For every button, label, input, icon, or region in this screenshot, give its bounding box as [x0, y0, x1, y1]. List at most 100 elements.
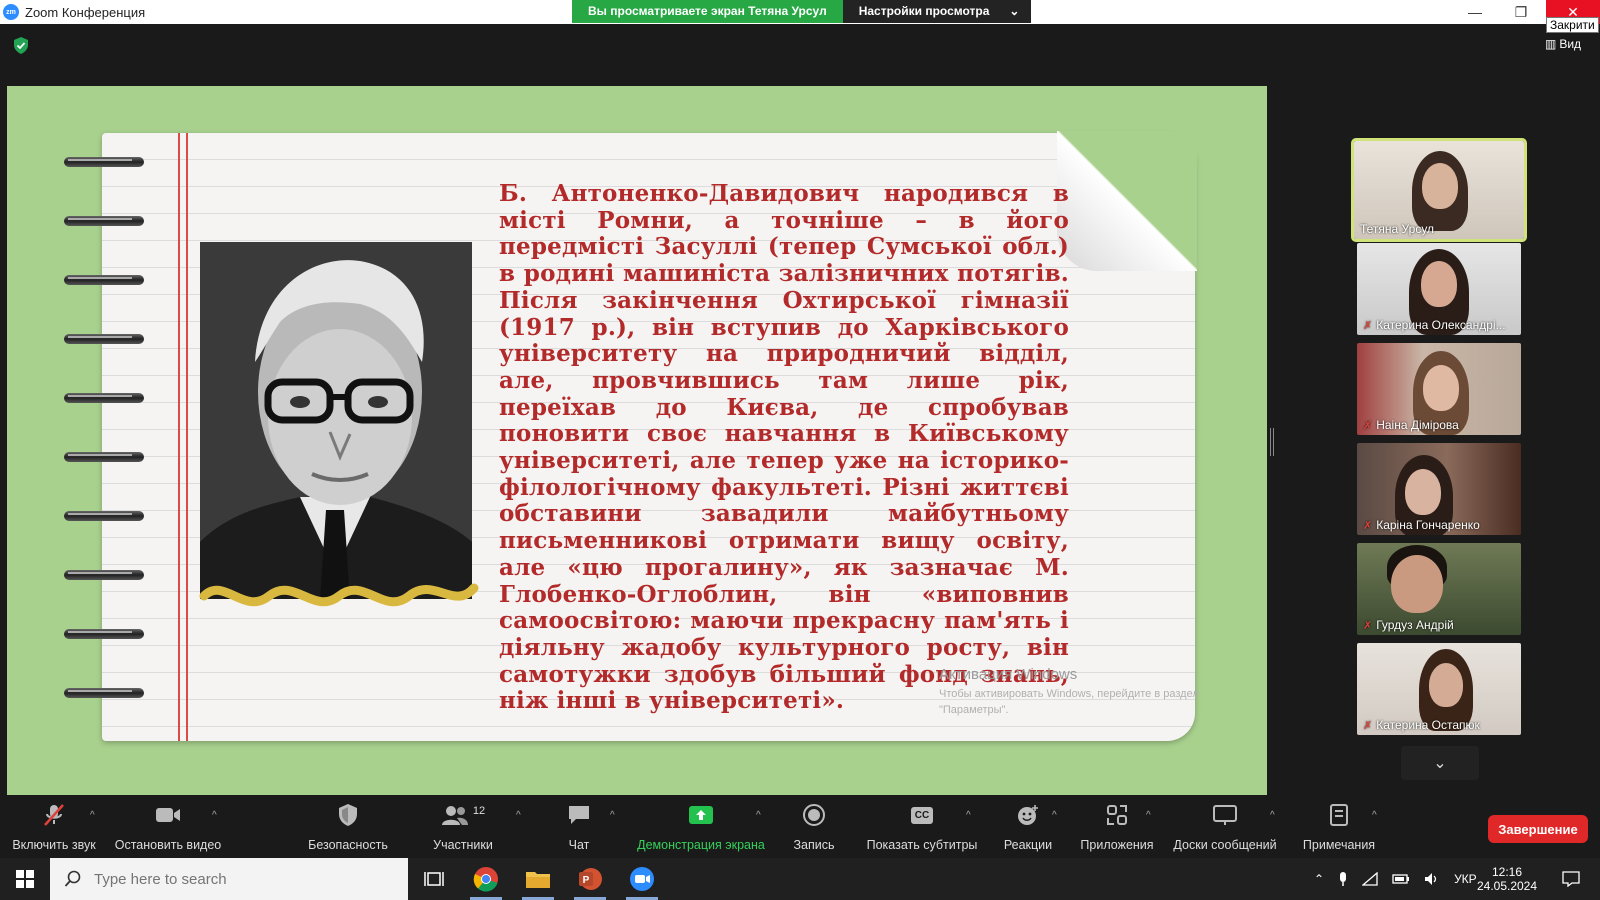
chrome-icon	[473, 867, 498, 892]
share-screen-label: Демонстрация экрана	[637, 838, 765, 852]
stop-video-label: Остановить видео	[114, 838, 222, 852]
participants-button[interactable]: 12 Участники	[418, 800, 508, 858]
participant-name: Катерина Олександрі...	[1376, 318, 1506, 332]
chevron-up-icon[interactable]: ^	[966, 810, 971, 821]
clock-time: 12:16	[1491, 865, 1523, 879]
view-label: Вид	[1559, 37, 1582, 51]
mic-muted-icon: ✗	[1363, 519, 1373, 532]
mic-muted-icon: ✗	[1363, 719, 1373, 732]
splitter-handle[interactable]	[1270, 428, 1274, 456]
video-camera-icon	[156, 808, 180, 822]
chevron-up-icon[interactable]: ^	[1146, 810, 1151, 821]
chevron-up-icon[interactable]: ^	[610, 810, 615, 821]
folder-icon	[526, 872, 550, 888]
portrait-illustration	[200, 242, 472, 599]
participant-name: Тетяна Урсул	[1360, 222, 1435, 236]
mic-muted-icon: ✗	[1363, 419, 1373, 432]
clock-date: 24.05.2024	[1476, 879, 1538, 893]
search-icon	[64, 870, 81, 887]
mic-muted-icon: ✗	[1363, 319, 1373, 332]
participant-tile[interactable]: ✗ Каріна Гончаренко	[1357, 443, 1521, 535]
participants-count: 12	[472, 805, 486, 817]
system-tray: ⌃ УКР	[1314, 858, 1477, 900]
record-button[interactable]: Запись	[782, 800, 846, 858]
participant-tile[interactable]: ✗ Наіна Дімірова	[1357, 343, 1521, 435]
end-meeting-button[interactable]: Завершение	[1488, 815, 1588, 843]
notes-button[interactable]: Примечания	[1296, 800, 1382, 858]
notifications-button[interactable]	[1556, 858, 1586, 900]
closed-captions-icon: CC	[910, 806, 934, 824]
zoom-icon	[630, 867, 654, 891]
chevron-up-icon[interactable]: ^	[1052, 810, 1057, 821]
shield-icon	[339, 804, 357, 826]
chevron-up-icon[interactable]: ^	[90, 810, 95, 821]
chevron-up-icon[interactable]: ^	[756, 810, 761, 821]
unmute-button[interactable]: Включить звук	[6, 800, 102, 858]
security-shield-icon[interactable]	[13, 37, 29, 54]
start-button[interactable]	[0, 858, 50, 900]
chrome-app[interactable]	[462, 858, 510, 900]
chevron-up-icon[interactable]: ^	[1372, 810, 1377, 821]
microphone-icon[interactable]	[1338, 871, 1348, 887]
spiral-ring	[64, 332, 144, 346]
zoom-window: { "window": { "app_logo": "zm", "title":…	[0, 0, 1600, 900]
chevron-up-icon[interactable]: ^	[1270, 810, 1275, 821]
spiral-ring	[64, 273, 144, 287]
spiral-ring	[64, 568, 144, 582]
chevron-down-icon: ⌄	[1433, 755, 1447, 772]
meeting-toolbar: Включить звук ^ Остановить видео ^ Безоп…	[0, 800, 1600, 858]
minimize-button[interactable]: —	[1452, 0, 1498, 24]
taskbar-search[interactable]	[50, 858, 408, 900]
participants-icon	[441, 806, 468, 825]
participant-name: Каріна Гончаренко	[1376, 518, 1480, 532]
reactions-button[interactable]: Реакции	[996, 800, 1060, 858]
reactions-label: Реакции	[1003, 838, 1053, 852]
participant-tile[interactable]: ✗ Гурдуз Андрій	[1357, 543, 1521, 635]
task-view-icon	[424, 872, 444, 886]
volume-icon[interactable]	[1424, 872, 1440, 886]
record-icon	[803, 804, 825, 826]
participant-tile[interactable]: ✗ Катерина Остапюк	[1357, 643, 1521, 735]
chevron-up-icon[interactable]: ^	[212, 810, 217, 821]
task-view-button[interactable]	[410, 858, 458, 900]
chevron-up-icon[interactable]: ^	[516, 810, 521, 821]
file-explorer-app[interactable]	[514, 858, 562, 900]
view-options-button[interactable]: Настройки просмотра ⌄	[842, 0, 1032, 23]
share-banner: Вы просматриваете экран Тетяна Урсул Нас…	[572, 0, 1032, 23]
record-label: Запись	[793, 838, 835, 852]
chevron-up-icon[interactable]: ⌃	[1314, 872, 1324, 886]
security-button[interactable]: Безопасность	[300, 800, 396, 858]
apps-button[interactable]: Приложения	[1076, 800, 1158, 858]
stop-video-button[interactable]: Остановить видео	[112, 800, 224, 858]
restore-icon: ❐	[1514, 3, 1528, 20]
zoom-app[interactable]	[618, 858, 666, 900]
view-options-label: Настройки просмотра	[858, 4, 990, 18]
search-input[interactable]	[94, 870, 394, 888]
whiteboards-button[interactable]: Доски сообщений	[1168, 800, 1282, 858]
view-button[interactable]: ▥ Вид	[1545, 37, 1581, 51]
unmute-label: Включить звук	[12, 838, 96, 852]
participant-name: Наіна Дімірова	[1376, 418, 1459, 432]
viewing-screen-label: Вы просматриваете экран Тетяна Урсул	[572, 0, 843, 23]
windows-activation-subtitle: Чтобы активировать Windows, перейдите в …	[939, 688, 1199, 716]
powerpoint-app[interactable]: P	[566, 858, 614, 900]
whiteboard-icon	[1213, 805, 1237, 825]
maximize-button[interactable]: ❐	[1498, 0, 1544, 24]
window-title: Zoom Конференция	[25, 4, 146, 20]
apps-label: Приложения	[1080, 838, 1154, 852]
shared-screen: Б. Антоненко-Давидович народився в місті…	[7, 86, 1267, 795]
clock[interactable]: 12:16 24.05.2024	[1472, 858, 1542, 900]
margin-line	[178, 133, 180, 741]
spiral-ring	[64, 627, 144, 641]
gallery-scroll-down-button[interactable]: ⌄	[1401, 746, 1479, 780]
participant-tile[interactable]: ✗ Катерина Олександрі...	[1357, 243, 1521, 335]
network-icon[interactable]	[1362, 872, 1378, 886]
participant-tile[interactable]: Тетяна Урсул	[1351, 138, 1527, 242]
margin-line	[186, 133, 188, 741]
author-portrait	[200, 242, 472, 599]
notes-label: Примечания	[1302, 838, 1376, 852]
chat-button[interactable]: Чат	[544, 800, 614, 858]
share-screen-button[interactable]: Демонстрация экрана	[634, 800, 768, 858]
captions-button[interactable]: CC Показать субтитры	[862, 800, 982, 858]
battery-icon[interactable]	[1392, 874, 1410, 884]
